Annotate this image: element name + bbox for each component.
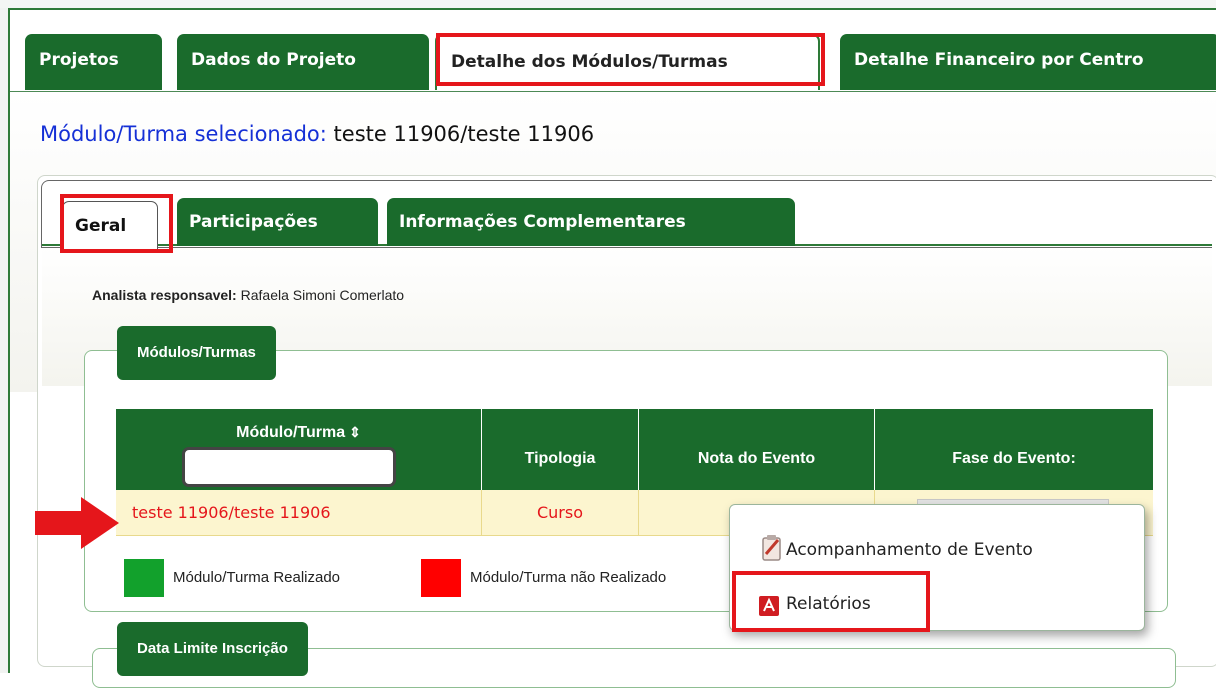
tab-label: Informações Complementares bbox=[399, 212, 686, 232]
page-margin-top bbox=[0, 0, 1216, 8]
tab-detalhe-financeiro[interactable]: Detalhe Financeiro por Centro bbox=[840, 34, 1216, 90]
cell-modulo-turma: teste 11906/teste 11906 bbox=[116, 490, 482, 535]
highlight-box-geral-tab bbox=[60, 194, 173, 253]
column-header-tipologia[interactable]: Tipologia bbox=[482, 409, 639, 491]
analyst-name: Rafaela Simoni Comerlato bbox=[240, 287, 405, 303]
column-header-label: Nota do Evento bbox=[697, 450, 816, 467]
cell-tipologia: Curso bbox=[482, 490, 639, 535]
sort-icon[interactable]: ⇕ bbox=[349, 424, 361, 440]
analyst-line: Analista responsavel: Rafaela Simoni Com… bbox=[92, 287, 404, 303]
page-margin-left bbox=[0, 0, 8, 673]
tab-informacoes-complementares[interactable]: Informações Complementares bbox=[387, 198, 795, 246]
analyst-label: Analista responsavel: bbox=[92, 287, 237, 303]
tab-participacoes[interactable]: Participações bbox=[177, 198, 378, 246]
legend-label: Data Limite Inscrição bbox=[137, 640, 288, 657]
selected-value: teste 11906/teste 11906 bbox=[333, 122, 595, 146]
red-arrow-icon bbox=[35, 497, 119, 549]
legend-label: Módulos/Turmas bbox=[137, 344, 256, 361]
highlight-box-top-tab bbox=[436, 33, 825, 86]
tab-label: Dados do Projeto bbox=[191, 50, 356, 70]
legend-swatch-realizado bbox=[124, 559, 164, 597]
tab-label: Projetos bbox=[39, 50, 119, 70]
column-header-label: Fase do Evento: bbox=[952, 450, 1076, 467]
tab-label: Participações bbox=[189, 212, 318, 232]
selected-label: Módulo/Turma selecionado: bbox=[40, 122, 327, 146]
column-header-fase-evento[interactable]: Fase do Evento: bbox=[875, 409, 1153, 491]
data-limite-legend: Data Limite Inscrição bbox=[117, 622, 308, 676]
legend-swatch-nao-realizado bbox=[421, 559, 461, 597]
column-header-label-wrap: Módulo/Turma ⇕ bbox=[116, 424, 481, 442]
menu-item-acompanhamento[interactable]: Acompanhamento de Evento bbox=[786, 540, 1033, 560]
legend-label-nao-realizado: Módulo/Turma não Realizado bbox=[470, 569, 667, 586]
column-header-label: Tipologia bbox=[524, 450, 596, 467]
legend-label-realizado: Módulo/Turma Realizado bbox=[173, 569, 341, 586]
selected-module-title: Módulo/Turma selecionado: teste 11906/te… bbox=[40, 122, 594, 146]
tab-projetos[interactable]: Projetos bbox=[25, 34, 162, 90]
column-header-nota-evento[interactable]: Nota do Evento bbox=[639, 409, 875, 491]
tab-label: Detalhe Financeiro por Centro bbox=[854, 50, 1144, 70]
clipboard-icon bbox=[762, 535, 781, 561]
modulos-turmas-legend: Módulos/Turmas bbox=[117, 326, 276, 380]
tab-dados-do-projeto[interactable]: Dados do Projeto bbox=[177, 34, 429, 90]
highlight-box-relatorios bbox=[732, 571, 930, 632]
modulo-turma-filter-input[interactable] bbox=[182, 447, 396, 487]
column-header-label: Módulo/Turma bbox=[236, 424, 346, 441]
